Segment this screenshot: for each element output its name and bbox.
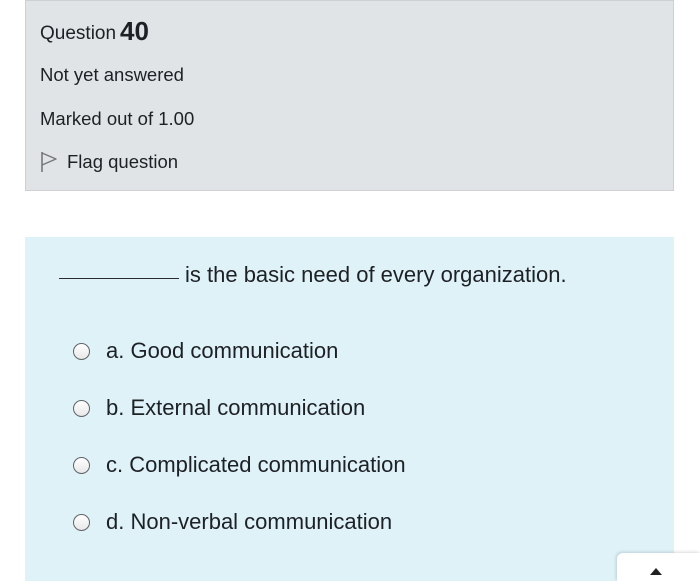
arrow-up-icon — [650, 568, 662, 575]
answer-option-label[interactable]: c. Complicated communication — [106, 452, 406, 478]
question-text-body: is the basic need of every organization. — [185, 262, 567, 287]
radio-button[interactable] — [73, 456, 90, 474]
answer-option-c[interactable]: c. Complicated communication — [73, 452, 406, 478]
answer-option-a[interactable]: a. Good communication — [73, 338, 338, 364]
question-info-panel: Question 40 Not yet answered Marked out o… — [25, 0, 674, 191]
scroll-to-top-button[interactable] — [617, 553, 700, 581]
flag-question-link[interactable]: Flag question — [40, 151, 178, 173]
question-state: Not yet answered — [40, 64, 184, 85]
question-label: Question — [40, 23, 117, 44]
radio-button[interactable] — [73, 399, 90, 417]
answer-option-label[interactable]: b. External communication — [106, 395, 365, 421]
question-content-panel: is the basic need of every organization.… — [25, 237, 674, 581]
flag-question-label: Flag question — [67, 151, 179, 172]
question-heading: Question 40 — [40, 15, 149, 46]
answer-blank-line — [59, 278, 179, 279]
radio-button[interactable] — [73, 342, 90, 360]
quiz-page: Question 40 Not yet answered Marked out o… — [0, 0, 700, 581]
answer-option-label[interactable]: d. Non-verbal communication — [106, 509, 392, 535]
question-grade: Marked out of 1.00 — [40, 108, 195, 129]
question-number: 40 — [120, 16, 149, 46]
answer-option-label[interactable]: a. Good communication — [106, 338, 338, 364]
flag-icon — [40, 151, 58, 173]
answer-option-d[interactable]: d. Non-verbal communication — [73, 509, 392, 535]
question-text: is the basic need of every organization. — [59, 262, 567, 288]
answer-option-b[interactable]: b. External communication — [73, 395, 365, 421]
radio-button[interactable] — [73, 513, 90, 531]
